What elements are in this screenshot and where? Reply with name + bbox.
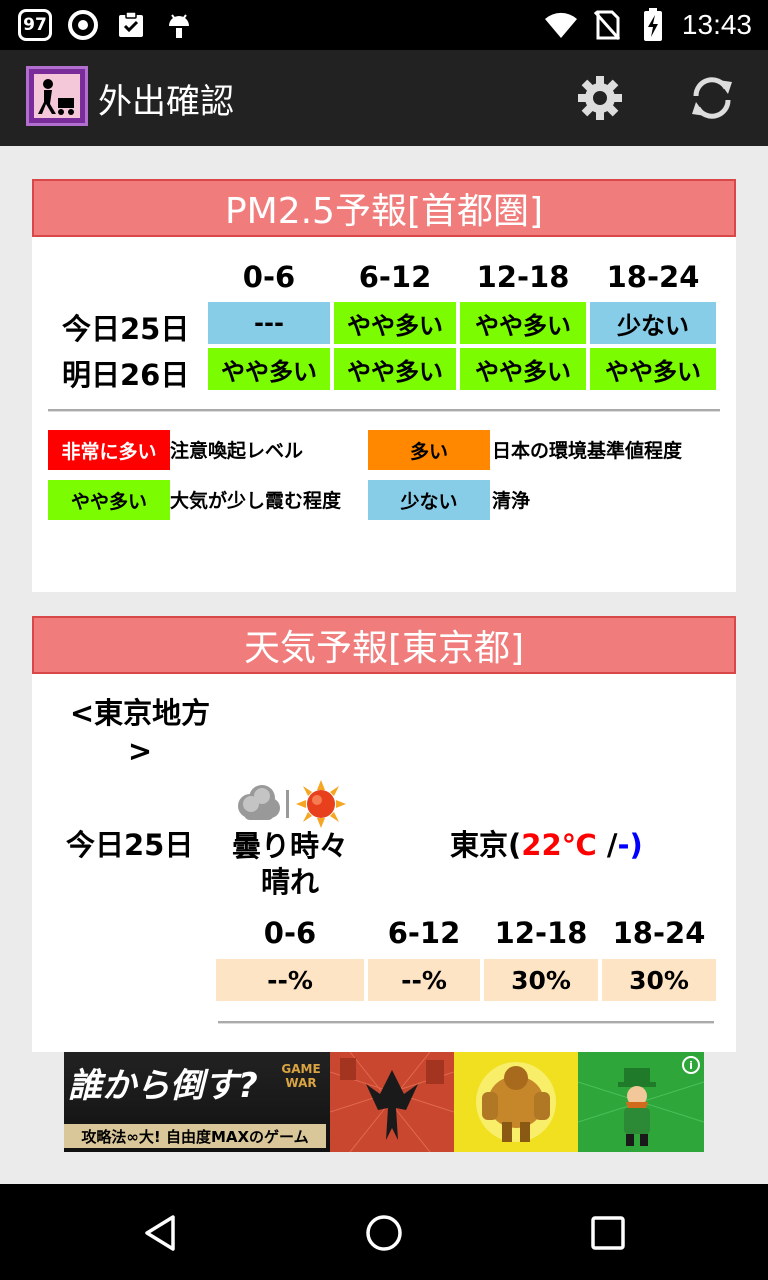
nav-bar <box>0 1184 768 1280</box>
legend-text: 大気が少し霞む程度 <box>170 490 342 512</box>
rain-slot-header: 12-18 <box>494 916 588 950</box>
clipboard-check-icon <box>114 8 148 42</box>
pm25-header: PM2.5予報[首都圏] <box>32 179 736 237</box>
ad-subline: 攻略法∞大! 自由度MAXのゲーム <box>64 1124 326 1148</box>
back-icon[interactable] <box>136 1208 186 1258</box>
pm25-slot-header: 0-6 <box>242 260 296 294</box>
rain-slot-header: 18-24 <box>612 916 706 950</box>
divider <box>48 409 720 412</box>
aeon-icon <box>66 8 100 42</box>
forecast-separator <box>286 790 289 818</box>
android-icon <box>162 8 196 42</box>
sun-icon <box>296 780 346 828</box>
temp-close: ) <box>629 828 643 862</box>
action-bar: 外出確認 <box>0 50 768 146</box>
rain-chance-cell: 30% <box>602 959 716 1001</box>
rain-chance-cell: 30% <box>484 959 598 1001</box>
cloud-icon <box>234 782 282 824</box>
weather-region: <東京地方> <box>69 696 211 768</box>
legend-text: 清浄 <box>492 490 531 512</box>
app-icon[interactable] <box>26 66 88 126</box>
ad-info-icon[interactable]: i <box>682 1056 700 1074</box>
weather-day-label: 今日25日 <box>66 828 194 862</box>
city-name: 東京 <box>450 828 509 862</box>
ad-dragon-image <box>329 1052 455 1152</box>
temp-open: ( <box>508 828 522 862</box>
legend-swatch-moderate: やや多い <box>48 480 170 520</box>
rain-slot-header: 6-12 <box>387 916 461 950</box>
legend-swatch-very-high: 非常に多い <box>48 430 170 470</box>
pm25-cell: やや多い <box>208 348 330 390</box>
legend-text: 日本の環境基準値程度 <box>492 440 683 462</box>
legend-text: 注意喚起レベル <box>170 440 304 462</box>
legend-swatch-high: 多い <box>368 430 490 470</box>
notification-count-icon: 97 <box>18 9 52 41</box>
status-time: 13:43 <box>681 9 752 40</box>
pm25-slot-header: 12-18 <box>476 260 570 294</box>
pm25-slot-header: 6-12 <box>358 260 432 294</box>
app-title: 外出確認 <box>98 82 234 122</box>
settings-gear-icon[interactable] <box>574 72 626 124</box>
ad-panel-title: 誰から倒す? GAME WAR 攻略法∞大! 自由度MAXのゲーム <box>64 1052 330 1152</box>
weather-header: 天気予報[東京都] <box>32 616 736 674</box>
pm25-cell: やや多い <box>590 348 716 390</box>
battery-charging-icon <box>636 8 670 42</box>
weather-forecast-text: 曇り時々晴れ <box>231 829 348 899</box>
wifi-icon <box>544 8 578 42</box>
weather-city-temp: 東京(22℃ /-) <box>450 822 643 864</box>
no-sim-icon <box>590 8 624 42</box>
recents-icon[interactable] <box>583 1208 633 1258</box>
ad-logo: GAME WAR <box>272 1062 330 1090</box>
temp-min: - <box>617 828 630 862</box>
pm25-day-label-tomorrow: 明日26日 <box>62 358 190 392</box>
ad-leprechaun-image: i <box>577 1052 704 1152</box>
ad-golem-image <box>454 1052 578 1152</box>
refresh-icon[interactable] <box>686 72 738 124</box>
rain-chance-cell: --% <box>368 959 480 1001</box>
ad-logo-text: GAME WAR <box>281 1062 321 1090</box>
pm25-cell: やや多い <box>460 348 586 390</box>
rain-chance-cell: --% <box>216 959 364 1001</box>
ad-banner[interactable]: 誰から倒す? GAME WAR 攻略法∞大! 自由度MAXのゲーム i <box>64 1052 704 1152</box>
temp-sep: / <box>596 828 618 862</box>
home-icon[interactable] <box>359 1208 409 1258</box>
rain-slot-header: 0-6 <box>263 916 317 950</box>
ad-headline: 誰から倒す? <box>68 1066 258 1106</box>
pm25-day-label-today: 今日25日 <box>62 312 190 346</box>
pm25-cell: やや多い <box>460 302 586 344</box>
divider <box>218 1021 714 1024</box>
pm25-cell: 少ない <box>590 302 716 344</box>
pm25-slot-header: 18-24 <box>606 260 700 294</box>
temp-max: 22℃ <box>521 828 597 862</box>
pm25-cell: やや多い <box>334 348 456 390</box>
legend-swatch-low: 少ない <box>368 480 490 520</box>
pm25-cell: --- <box>208 302 330 344</box>
status-bar: 97 13:43 <box>0 0 768 50</box>
pm25-cell: やや多い <box>334 302 456 344</box>
